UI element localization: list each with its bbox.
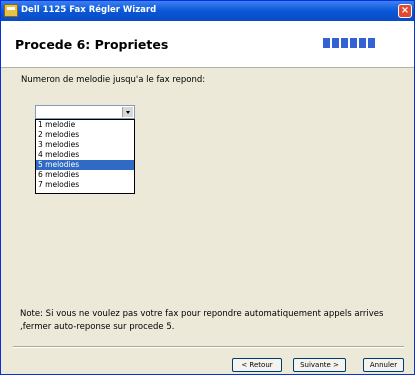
chevron-down-icon[interactable] bbox=[122, 107, 133, 117]
page-title: Procede 6: Proprietes bbox=[15, 37, 169, 52]
option-1-melodie[interactable]: 1 melodie bbox=[36, 120, 134, 130]
window-title: Dell 1125 Fax Régler Wizard bbox=[21, 5, 157, 15]
wizard-header: Procede 6: Proprietes bbox=[1, 21, 414, 68]
fax-app-icon bbox=[4, 4, 18, 17]
progress-block bbox=[359, 38, 366, 48]
rings-combo-box[interactable] bbox=[35, 105, 135, 119]
back-button[interactable]: < Retour bbox=[232, 358, 282, 372]
auto-answer-note: Note: Si vous ne voulez pas votre fax po… bbox=[20, 309, 384, 332]
progress-block bbox=[350, 38, 357, 48]
rings-dropdown-list[interactable]: 1 melodie 2 melodies 3 melodies 4 melodi… bbox=[35, 119, 135, 194]
option-4-melodies[interactable]: 4 melodies bbox=[36, 150, 134, 160]
option-3-melodies[interactable]: 3 melodies bbox=[36, 140, 134, 150]
cancel-button[interactable]: Annuler bbox=[363, 358, 404, 372]
option-7-melodies[interactable]: 7 melodies bbox=[36, 180, 134, 190]
option-2-melodies[interactable]: 2 melodies bbox=[36, 130, 134, 140]
next-button[interactable]: Suivante > bbox=[293, 358, 346, 372]
progress-indicator bbox=[323, 38, 375, 48]
close-button[interactable]: × bbox=[398, 4, 412, 18]
rings-prompt-label: Numeron de melodie jusqu'a le fax repond… bbox=[21, 75, 206, 85]
option-6-melodies[interactable]: 6 melodies bbox=[36, 170, 134, 180]
option-5-melodies[interactable]: 5 melodies bbox=[36, 160, 134, 170]
footer-divider bbox=[13, 346, 404, 348]
wizard-window: Dell 1125 Fax Régler Wizard × Procede 6:… bbox=[0, 0, 415, 375]
progress-block bbox=[341, 38, 348, 48]
progress-block bbox=[332, 38, 339, 48]
title-bar[interactable]: Dell 1125 Fax Régler Wizard × bbox=[1, 1, 414, 21]
progress-block bbox=[323, 38, 330, 48]
progress-block bbox=[368, 38, 375, 48]
